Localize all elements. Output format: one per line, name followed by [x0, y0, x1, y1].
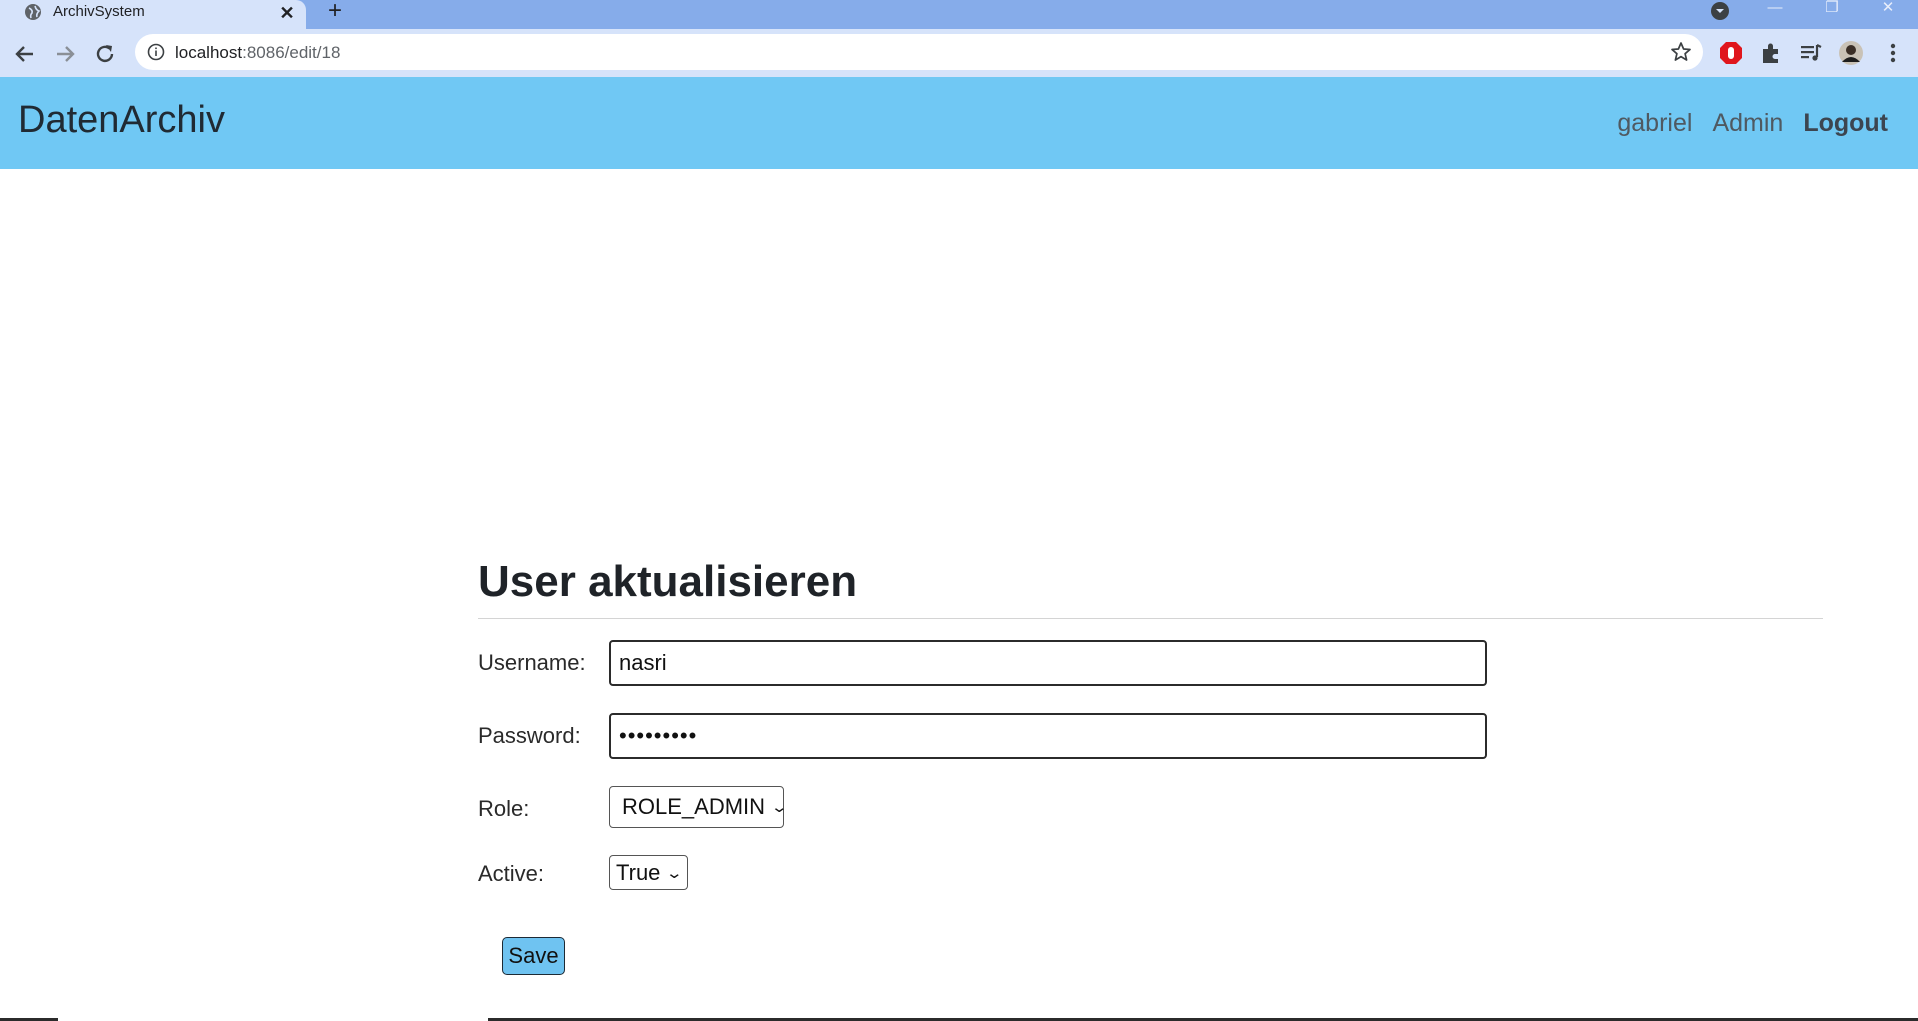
- globe-icon: [25, 4, 41, 20]
- password-label: Password:: [478, 723, 581, 748]
- nav-logout-link[interactable]: Logout: [1803, 109, 1888, 138]
- reload-icon[interactable]: [92, 41, 118, 67]
- browser-toolbar: localhost:8086/edit/18: [0, 29, 1918, 77]
- username-label: Username:: [478, 650, 586, 675]
- forward-icon[interactable]: [52, 41, 78, 67]
- edit-user-form: User aktualisieren Username: Password: R…: [478, 550, 1823, 975]
- active-label: Active:: [478, 861, 545, 886]
- role-label: Role:: [478, 796, 530, 821]
- nav-user-link[interactable]: gabriel: [1617, 109, 1692, 138]
- role-selected-value: ROLE_ADMIN: [622, 794, 766, 819]
- back-icon[interactable]: [12, 41, 38, 67]
- address-bar[interactable]: localhost:8086/edit/18: [135, 34, 1703, 70]
- nav-links: gabriel Admin Logout: [1617, 109, 1888, 138]
- active-select[interactable]: True ⌄: [609, 855, 688, 890]
- minimize-icon[interactable]: —: [1763, 0, 1787, 20]
- password-input[interactable]: [609, 713, 1487, 759]
- username-input[interactable]: [609, 640, 1487, 686]
- url-text: localhost:8086/edit/18: [175, 43, 340, 63]
- adblock-extension-icon[interactable]: [1718, 40, 1744, 66]
- new-tab-icon[interactable]: +: [322, 0, 348, 26]
- info-icon[interactable]: [147, 43, 165, 61]
- app-header: DatenArchiv gabriel Admin Logout: [0, 77, 1918, 169]
- role-select[interactable]: ROLE_ADMIN ⌄: [609, 786, 788, 828]
- restore-icon[interactable]: ❐: [1820, 0, 1844, 20]
- profile-avatar-icon[interactable]: [1838, 40, 1864, 66]
- page-title: User aktualisieren: [478, 557, 858, 606]
- media-queue-icon[interactable]: [1798, 40, 1824, 66]
- tab-search-icon[interactable]: [1709, 0, 1731, 22]
- brand-logo[interactable]: DatenArchiv: [18, 99, 225, 142]
- close-window-icon[interactable]: ✕: [1876, 0, 1900, 20]
- url-path: :8086/edit/18: [242, 43, 341, 62]
- active-selected-value: True: [616, 859, 661, 885]
- title-divider: [478, 618, 1823, 619]
- browser-tabstrip: ArchivSystem ✕ + — ❐ ✕: [0, 0, 1918, 29]
- url-host: localhost: [175, 43, 243, 62]
- browser-tab[interactable]: ArchivSystem ✕: [0, 0, 306, 29]
- chevron-down-icon: ⌄: [770, 799, 789, 816]
- bookmark-star-icon[interactable]: [1670, 41, 1692, 63]
- tab-title: ArchivSystem: [53, 3, 145, 20]
- extensions-puzzle-icon[interactable]: [1758, 40, 1784, 66]
- menu-kebab-icon[interactable]: [1880, 40, 1906, 66]
- close-tab-icon[interactable]: ✕: [276, 2, 298, 24]
- nav-admin-link[interactable]: Admin: [1712, 109, 1783, 138]
- chevron-down-icon: ⌄: [665, 864, 684, 882]
- save-button[interactable]: Save: [502, 937, 565, 975]
